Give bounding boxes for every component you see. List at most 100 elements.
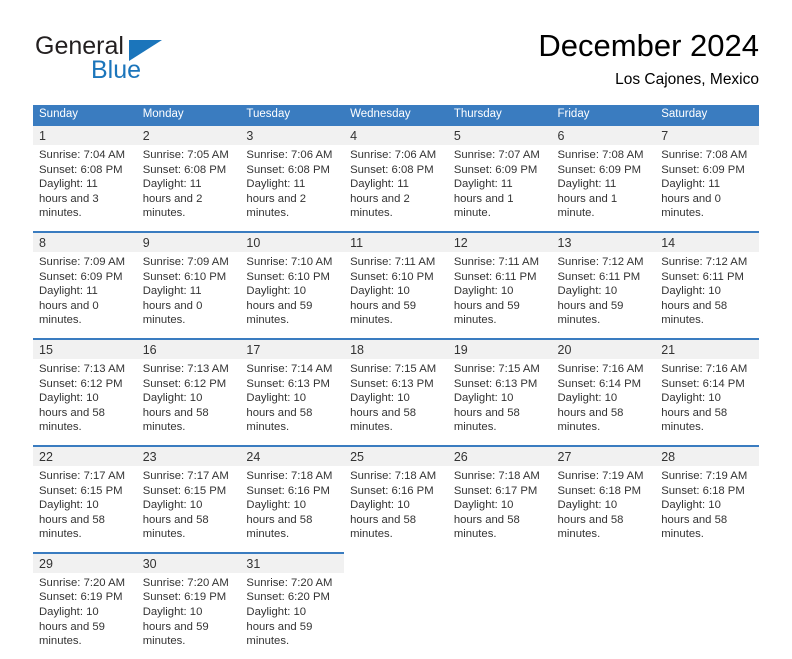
- calendar-grid: Sunday Monday Tuesday Wednesday Thursday…: [33, 105, 759, 659]
- day-number[interactable]: 13: [551, 230, 656, 252]
- weekday-header-saturday: Saturday: [655, 105, 759, 125]
- calendar-body: 1 2 3 4 5 6 7 Sunrise: 7:04 AM Sunset: 6:08 PM Da…: [33, 124, 759, 659]
- day-cell[interactable]: Sunrise: 7:15 AM Sunset: 6:13 PM Daylight:…: [344, 358, 448, 446]
- daylight-text: Daylight: 11 hours and 1 minute.: [453, 178, 514, 220]
- daylight-text: Daylight: 10 hours and 59 minutes.: [453, 285, 520, 327]
- day-cell[interactable]: Sunrise: 7:07 AM Sunset: 6:09 PM Daylight:…: [447, 145, 552, 232]
- sunset-text: Sunset: 6:15 PM: [142, 484, 227, 497]
- day-number[interactable]: 16: [136, 337, 241, 359]
- day-number[interactable]: 8: [33, 230, 137, 252]
- sunrise-text: Sunrise: 7:18 AM: [453, 469, 540, 482]
- day-cell[interactable]: Sunrise: 7:12 AM Sunset: 6:11 PM Daylight:…: [655, 251, 759, 339]
- day-cell[interactable]: Sunrise: 7:19 AM Sunset: 6:18 PM Daylight:…: [655, 465, 759, 553]
- sunset-text: Sunset: 6:11 PM: [453, 270, 537, 283]
- day-cell[interactable]: Sunrise: 7:18 AM Sunset: 6:16 PM Daylight:…: [240, 465, 345, 553]
- sunset-text: Sunset: 6:13 PM: [453, 377, 538, 390]
- sunset-text: Sunset: 6:13 PM: [246, 377, 330, 390]
- sunrise-text: Sunrise: 7:06 AM: [350, 149, 437, 161]
- day-number[interactable]: 17: [240, 337, 345, 359]
- day-cell[interactable]: Sunrise: 7:16 AM Sunset: 6:14 PM Daylight:…: [551, 358, 656, 446]
- day-cell[interactable]: Sunrise: 7:06 AM Sunset: 6:08 PM Daylight:…: [344, 145, 448, 232]
- day-cell[interactable]: Sunrise: 7:06 AM Sunset: 6:08 PM Daylight:…: [240, 145, 345, 232]
- day-number[interactable]: 1: [33, 124, 137, 145]
- sunrise-text: Sunrise: 7:20 AM: [39, 576, 126, 589]
- sunset-text: Sunset: 6:11 PM: [557, 270, 641, 283]
- day-cell[interactable]: Sunrise: 7:20 AM Sunset: 6:19 PM Daylight:…: [33, 572, 137, 659]
- day-number[interactable]: 10: [240, 230, 345, 252]
- daylight-text: Daylight: 10 hours and 58 minutes.: [39, 499, 105, 541]
- day-cell[interactable]: Sunrise: 7:04 AM Sunset: 6:08 PM Daylight:…: [33, 145, 137, 232]
- sunset-text: Sunset: 6:09 PM: [453, 163, 538, 176]
- sunset-text: Sunset: 6:18 PM: [557, 484, 642, 497]
- page-header: General Blue December 2024 Los Cajones, …: [33, 28, 759, 96]
- day-cell[interactable]: Sunrise: 7:17 AM Sunset: 6:15 PM Daylight:…: [33, 465, 137, 553]
- day-cell-empty: [551, 572, 656, 659]
- day-number[interactable]: 12: [447, 230, 552, 252]
- page-subtitle: Los Cajones, Mexico: [615, 71, 759, 88]
- day-cell[interactable]: Sunrise: 7:18 AM Sunset: 6:17 PM Daylight:…: [447, 465, 552, 553]
- sunrise-text: Sunrise: 7:11 AM: [350, 255, 436, 268]
- brand-logo[interactable]: General Blue: [33, 28, 263, 90]
- sunset-text: Sunset: 6:08 PM: [350, 163, 434, 176]
- day-cell-empty: [447, 572, 552, 659]
- day-cell[interactable]: Sunrise: 7:09 AM Sunset: 6:10 PM Daylight:…: [136, 251, 241, 339]
- day-number[interactable]: 21: [655, 337, 759, 359]
- weekday-header-sunday: Sunday: [33, 105, 137, 125]
- day-number[interactable]: 2: [136, 124, 241, 145]
- day-number[interactable]: 5: [447, 124, 552, 145]
- day-cell[interactable]: Sunrise: 7:13 AM Sunset: 6:12 PM Daylight:…: [136, 358, 241, 446]
- day-cell[interactable]: Sunrise: 7:08 AM Sunset: 6:09 PM Daylight:…: [655, 145, 759, 232]
- sunrise-text: Sunrise: 7:20 AM: [246, 576, 333, 589]
- sunset-text: Sunset: 6:10 PM: [142, 270, 227, 283]
- day-number[interactable]: 20: [551, 337, 656, 359]
- day-cell[interactable]: Sunrise: 7:13 AM Sunset: 6:12 PM Daylight:…: [33, 358, 137, 446]
- sunset-text: Sunset: 6:14 PM: [557, 377, 642, 390]
- day-number[interactable]: 30: [136, 551, 241, 573]
- day-number[interactable]: 14: [655, 230, 759, 252]
- daylight-text: Daylight: 10 hours and 58 minutes.: [39, 392, 105, 434]
- daylight-text: Daylight: 10 hours and 58 minutes.: [142, 499, 209, 541]
- day-number[interactable]: 25: [344, 444, 448, 466]
- day-number[interactable]: 28: [655, 444, 759, 466]
- day-number-empty: [447, 551, 552, 573]
- day-number[interactable]: 3: [240, 124, 345, 145]
- day-number[interactable]: 18: [344, 337, 448, 359]
- day-number[interactable]: 31: [240, 551, 345, 573]
- day-cell[interactable]: Sunrise: 7:10 AM Sunset: 6:10 PM Daylight:…: [240, 251, 345, 339]
- day-number[interactable]: 4: [344, 124, 448, 145]
- day-number[interactable]: 11: [344, 230, 448, 252]
- day-cell[interactable]: Sunrise: 7:11 AM Sunset: 6:11 PM Daylight:…: [447, 251, 552, 339]
- day-cell[interactable]: Sunrise: 7:05 AM Sunset: 6:08 PM Daylight:…: [136, 145, 241, 232]
- day-cell[interactable]: Sunrise: 7:09 AM Sunset: 6:09 PM Daylight:…: [33, 251, 137, 339]
- sunrise-text: Sunrise: 7:09 AM: [39, 255, 126, 268]
- sunset-text: Sunset: 6:12 PM: [39, 377, 123, 390]
- day-cell[interactable]: Sunrise: 7:12 AM Sunset: 6:11 PM Daylight:…: [551, 251, 656, 339]
- day-number[interactable]: 15: [33, 337, 137, 359]
- day-cell[interactable]: Sunrise: 7:11 AM Sunset: 6:10 PM Daylight:…: [344, 251, 448, 339]
- day-cell[interactable]: Sunrise: 7:14 AM Sunset: 6:13 PM Daylight:…: [240, 358, 345, 446]
- day-cell[interactable]: Sunrise: 7:20 AM Sunset: 6:20 PM Daylight:…: [240, 572, 345, 659]
- day-number[interactable]: 26: [447, 444, 552, 466]
- day-cell[interactable]: Sunrise: 7:18 AM Sunset: 6:16 PM Daylight:…: [344, 465, 448, 553]
- weekday-header-wednesday: Wednesday: [344, 105, 448, 125]
- day-cell[interactable]: Sunrise: 7:17 AM Sunset: 6:15 PM Daylight:…: [136, 465, 241, 553]
- day-number[interactable]: 9: [136, 230, 241, 252]
- day-cell[interactable]: Sunrise: 7:20 AM Sunset: 6:19 PM Daylight:…: [136, 572, 241, 659]
- day-cell[interactable]: Sunrise: 7:08 AM Sunset: 6:09 PM Daylight:…: [551, 145, 656, 232]
- day-number[interactable]: 23: [136, 444, 241, 466]
- sunrise-text: Sunrise: 7:13 AM: [39, 362, 126, 375]
- day-cell[interactable]: Sunrise: 7:19 AM Sunset: 6:18 PM Daylight:…: [551, 465, 656, 553]
- day-number[interactable]: 29: [33, 551, 137, 573]
- day-cell[interactable]: Sunrise: 7:15 AM Sunset: 6:13 PM Daylight:…: [447, 358, 552, 446]
- week-daynumber-row: 29 30 31: [33, 551, 759, 573]
- day-number[interactable]: 22: [33, 444, 137, 466]
- sunrise-text: Sunrise: 7:15 AM: [453, 362, 540, 375]
- day-number[interactable]: 6: [551, 124, 656, 145]
- day-number[interactable]: 24: [240, 444, 345, 466]
- day-number[interactable]: 7: [655, 124, 759, 145]
- day-number[interactable]: 27: [551, 444, 656, 466]
- day-cell[interactable]: Sunrise: 7:16 AM Sunset: 6:14 PM Daylight:…: [655, 358, 759, 446]
- sunrise-text: Sunrise: 7:12 AM: [661, 255, 748, 268]
- day-number[interactable]: 19: [447, 337, 552, 359]
- sunrise-text: Sunrise: 7:10 AM: [246, 255, 333, 268]
